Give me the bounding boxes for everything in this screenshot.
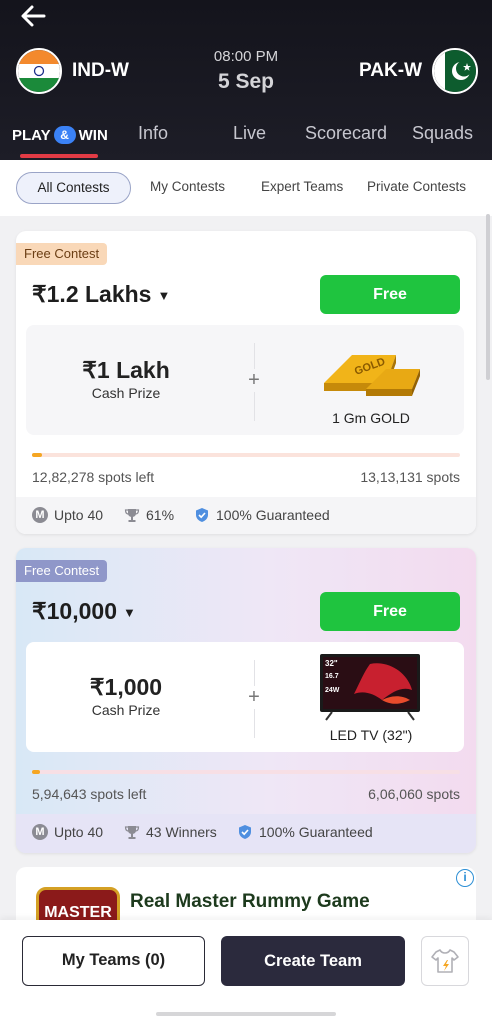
cash-prize-amount: ₹1,000 (89, 674, 163, 700)
filter-all-contests[interactable]: All Contests (16, 172, 131, 204)
cash-prize-label: Cash Prize (91, 702, 161, 718)
filter-expert-teams[interactable]: Expert Teams (261, 172, 343, 204)
tab-scorecard[interactable]: Scorecard (305, 123, 387, 144)
winners-count[interactable]: 43 Winners (124, 824, 217, 840)
cash-prize-label: Cash Prize (91, 385, 161, 401)
bottom-action-bar: My Teams (0) Create Team (0, 920, 492, 1024)
contest-badge: Free Contest (16, 243, 108, 265)
tab-info[interactable]: Info (138, 123, 168, 144)
create-team-button[interactable]: Create Team (221, 936, 405, 986)
bonus-prize-label: 1 Gm GOLD (332, 410, 410, 426)
plus-icon: + (245, 686, 263, 709)
match-header: IND-W 08:00 PM 5 Sep PAK-W PLAY & WIN In… (0, 0, 492, 160)
chevron-down-icon: ▼ (157, 288, 171, 304)
winners-label: 61% (146, 507, 175, 523)
shield-check-icon (194, 507, 210, 523)
pakistan-flag-icon (432, 48, 478, 94)
max-entries[interactable]: M Upto 40 (32, 507, 103, 523)
match-tabs: PLAY & WIN Info Live Scorecard Squads (0, 116, 492, 160)
info-icon[interactable]: i (456, 869, 474, 887)
spots-progress-bar (32, 453, 460, 457)
prize-pool-amount: ₹1.2 Lakhs (32, 281, 152, 307)
filter-private-contests[interactable]: Private Contests (367, 172, 466, 204)
tab-play-win[interactable]: PLAY & WIN (12, 126, 108, 144)
max-entries-icon: M (32, 824, 48, 840)
contest-card[interactable]: Free Contest ₹10,000 ▼ Free ₹1,000 Cash P… (16, 548, 476, 853)
shield-check-icon (237, 824, 253, 840)
plus-icon: + (245, 369, 263, 392)
tab-squads[interactable]: Squads (412, 123, 473, 144)
winners-label: 43 Winners (146, 824, 217, 840)
max-entries-icon: M (32, 507, 48, 523)
cash-prize-amount: ₹1 Lakh (82, 357, 170, 383)
join-free-button[interactable]: Free (320, 592, 460, 631)
guaranteed-label: 100% Guaranteed (216, 507, 330, 523)
my-teams-button[interactable]: My Teams (0) (22, 936, 205, 986)
away-team: PAK-W (359, 48, 478, 94)
spots-progress-bar (32, 770, 460, 774)
prize-pool-amount: ₹10,000 (32, 598, 117, 624)
trophy-icon (124, 824, 140, 840)
jersey-icon (431, 949, 459, 973)
max-entries-label: Upto 40 (54, 507, 104, 523)
back-arrow-icon[interactable] (14, 2, 54, 30)
tv-power-text: 24W (325, 687, 340, 694)
active-tab-indicator (20, 154, 98, 158)
winners-percent[interactable]: 61% (124, 507, 174, 523)
prize-breakdown: ₹1 Lakh Cash Prize + GOLD 1 Gm GOLD (26, 325, 464, 435)
contest-meta: M Upto 40 61% 100% Guaranteed (16, 497, 476, 534)
contest-badge: Free Contest (16, 560, 108, 582)
spots-left: 12,82,278 spots left (32, 469, 155, 485)
tab-play-label: PLAY (12, 126, 51, 144)
contest-meta: M Upto 40 43 Winners 100% Guaranteed (16, 814, 476, 853)
away-team-name: PAK-W (359, 60, 422, 81)
tv-size-text: 32" (325, 659, 338, 668)
max-entries-label: Upto 40 (54, 824, 104, 840)
jersey-swap-button[interactable] (421, 936, 469, 986)
tab-win-label: WIN (78, 126, 108, 144)
spots-progress-fill (32, 453, 43, 457)
tv-spec-text: 16.7 (325, 673, 339, 680)
chevron-down-icon: ▼ (122, 605, 136, 621)
ad-title: Real Master Rummy Game (130, 891, 370, 912)
led-tv-icon: 32" 16.7 24W (320, 654, 420, 721)
tab-amp-badge: & (53, 126, 76, 144)
prize-breakdown: ₹1,000 Cash Prize + 32" 16.7 24W LED TV … (26, 642, 464, 752)
prize-pool[interactable]: ₹10,000 ▼ (32, 598, 136, 625)
join-free-button[interactable]: Free (320, 275, 460, 314)
gold-bars-icon: GOLD (324, 355, 420, 396)
total-spots: 13,13,131 spots (360, 469, 460, 485)
tab-live[interactable]: Live (233, 123, 266, 144)
bonus-prize-label: LED TV (32") (329, 727, 413, 743)
contest-filters: All Contests My Contests Expert Teams Pr… (0, 160, 492, 216)
spots-left: 5,94,643 spots left (32, 786, 147, 802)
spots-progress-fill (32, 770, 41, 774)
scrollbar[interactable] (486, 214, 490, 380)
trophy-icon (124, 507, 140, 523)
max-entries[interactable]: M Upto 40 (32, 824, 103, 840)
guaranteed[interactable]: 100% Guaranteed (194, 507, 330, 523)
contest-card[interactable]: Free Contest ₹1.2 Lakhs ▼ Free ₹1 Lakh Ca… (16, 231, 476, 534)
total-spots: 6,06,060 spots (368, 786, 460, 802)
guaranteed[interactable]: 100% Guaranteed (237, 824, 373, 840)
prize-pool[interactable]: ₹1.2 Lakhs ▼ (32, 281, 170, 308)
guaranteed-label: 100% Guaranteed (259, 824, 373, 840)
home-indicator (156, 1012, 336, 1016)
filter-my-contests[interactable]: My Contests (150, 172, 225, 204)
